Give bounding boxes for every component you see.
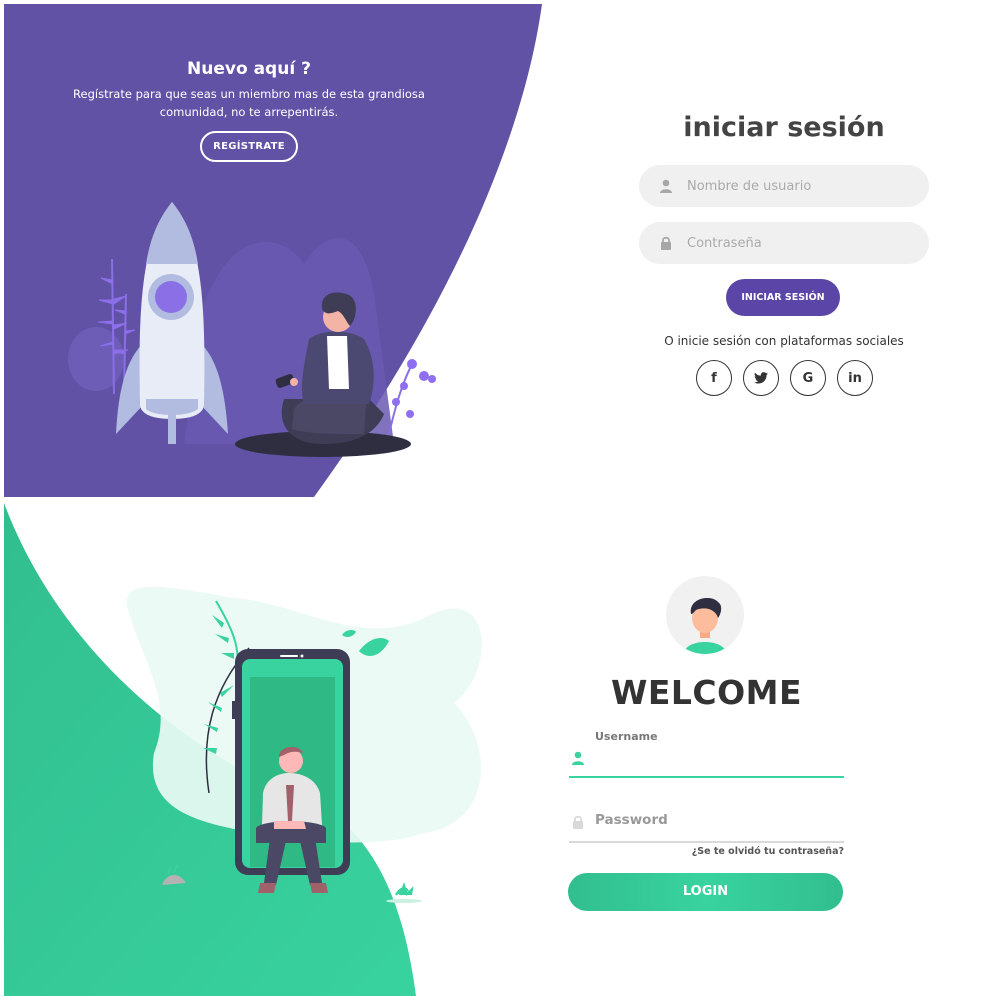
twitter-icon xyxy=(754,372,768,384)
password-field[interactable]: Password xyxy=(569,803,844,843)
username-placeholder: Nombre de usuario xyxy=(687,178,812,194)
login-button[interactable]: LOGIN xyxy=(568,873,843,911)
purple-blob xyxy=(68,327,124,391)
user-avatar-icon xyxy=(684,598,726,654)
welcome-login-screen: WELCOME Username Password ¿Se te olvidó … xyxy=(4,503,996,996)
google-button[interactable]: G xyxy=(790,360,826,396)
facebook-icon: f xyxy=(711,370,717,386)
avatar xyxy=(666,576,744,654)
register-prompt-text: Regístrate para que seas un miembro mas … xyxy=(73,87,425,119)
user-icon xyxy=(571,750,585,765)
password-input[interactable]: Contraseña xyxy=(639,222,929,264)
lock-icon xyxy=(659,236,673,250)
lock-icon xyxy=(571,814,585,829)
linkedin-icon: in xyxy=(848,370,862,386)
register-prompt-title: Nuevo aquí ? xyxy=(187,59,311,79)
password-placeholder: Contraseña xyxy=(687,235,762,251)
user-icon xyxy=(659,179,673,193)
register-prompt: Nuevo aquí ? Regístrate para que seas un… xyxy=(59,59,439,162)
linkedin-button[interactable]: in xyxy=(837,360,873,396)
welcome-title: WELCOME xyxy=(610,673,803,712)
google-icon: G xyxy=(802,370,814,386)
login-submit-button[interactable]: INICIAR SESIÓN xyxy=(726,279,840,316)
facebook-button[interactable]: f xyxy=(696,360,732,396)
login-title: iniciar sesión xyxy=(683,112,885,143)
register-login-screen: Nuevo aquí ? Regístrate para que seas un… xyxy=(4,4,996,497)
username-label: Username xyxy=(595,730,658,743)
twitter-button[interactable] xyxy=(743,360,779,396)
social-login-text: O inicie sesión con plataformas sociales xyxy=(664,334,904,348)
username-field[interactable]: Username xyxy=(569,728,844,778)
green-background-illustration xyxy=(4,503,482,996)
forgot-password-link[interactable]: ¿Se te olvidó tu contraseña? xyxy=(569,846,844,857)
register-button[interactable]: REGÍSTRATE xyxy=(200,131,298,162)
social-login-buttons: f G in xyxy=(696,360,873,396)
password-label: Password xyxy=(595,812,668,828)
username-input[interactable]: Nombre de usuario xyxy=(639,165,929,207)
